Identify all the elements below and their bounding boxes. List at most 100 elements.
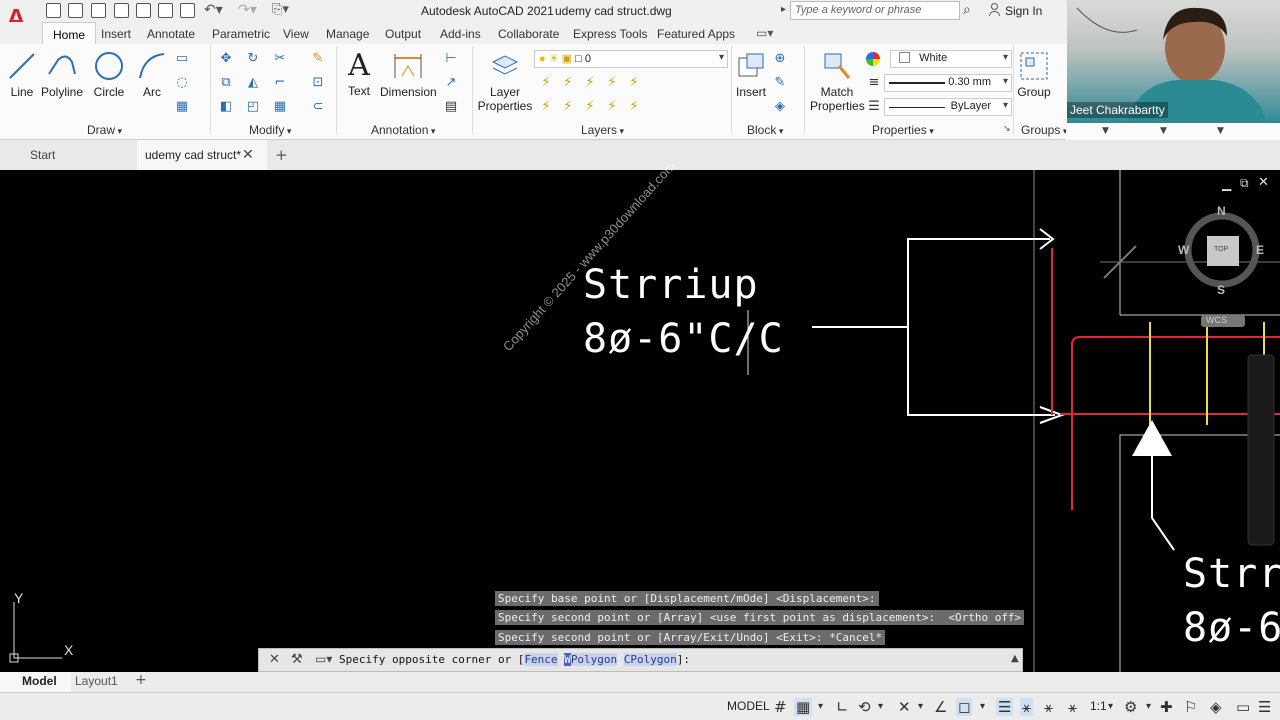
model-space-button[interactable]: MODEL [727,699,770,713]
tab-add-ins[interactable]: Add-ins [440,27,481,41]
layer-tool-icon[interactable]: ⚡ [538,76,554,90]
create-block-icon[interactable]: ⊕ [772,52,788,66]
close-viewport-icon[interactable]: ✕ [1258,175,1269,190]
insert-button[interactable]: Insert [734,50,768,99]
open-web-icon[interactable] [136,3,151,18]
table-icon[interactable]: ▤ [443,100,459,114]
trim-icon[interactable]: ✂ [272,52,288,66]
plot-icon[interactable] [180,3,195,18]
option-fence[interactable]: Fence [524,653,558,666]
arc-button[interactable]: Arc [136,50,168,99]
dialog-launcher-icon[interactable]: ↘ [1003,124,1011,134]
attribute-icon[interactable]: ◈ [772,100,788,114]
isodraft-dropdown-icon[interactable]: ▾ [918,701,923,712]
erase-icon[interactable]: ✎ [310,52,326,66]
navigation-bar[interactable] [1247,354,1275,546]
layer-properties-button[interactable]: Layer Properties [477,50,533,113]
viewcube-east[interactable]: E [1256,243,1264,257]
isolate-objects-icon[interactable]: ◈ [1210,698,1222,716]
model-tab[interactable]: Model [0,672,71,692]
layer-tool-icon[interactable]: ⚡ [560,76,576,90]
linear-dim-icon[interactable]: ⊢ [443,52,459,66]
osnap-dropdown-icon[interactable]: ▾ [980,701,985,712]
layer-tool-icon[interactable]: ⚡ [582,100,598,114]
lineweight-dropdown[interactable]: 0.30 mm [884,74,1012,92]
snap-dropdown-icon[interactable]: ▾ [818,701,823,712]
search-input[interactable]: Type a keyword or phrase [790,1,960,20]
annotation-icon[interactable]: ⚹ [1068,698,1077,716]
tab-output[interactable]: Output [385,27,421,41]
dropdown-arrow-icon[interactable]: ▼ [1217,126,1224,136]
save-icon[interactable] [91,3,106,18]
circle-button[interactable]: Circle [90,50,128,99]
layer-tool-icon[interactable]: ⚡ [604,100,620,114]
viewcube-south[interactable]: S [1217,283,1225,297]
layer-tool-icon[interactable]: ⚡ [626,76,642,90]
rotate-icon[interactable]: ↻ [245,52,261,66]
tab-collaborate[interactable]: Collaborate [498,27,559,41]
option-wpolygon[interactable]: WPolygon [564,653,618,666]
wcs-label[interactable]: WCS [1206,315,1227,325]
expand-arrow-icon[interactable]: ▸ [781,4,786,15]
group-button[interactable]: Group [1016,50,1052,99]
color-wheel-icon[interactable] [866,52,880,66]
dropdown-arrow-icon[interactable]: ▼ [1102,126,1109,136]
tab-featured-apps[interactable]: Featured Apps [657,27,735,41]
share-icon[interactable]: ⎘▾ [272,2,289,17]
region-icon[interactable]: ▦ [174,100,190,114]
new-file-icon[interactable] [46,3,61,18]
lineweight-toggle-icon[interactable]: ☰ [996,698,1014,716]
layer-tool-icon[interactable]: ⚡ [626,100,642,114]
customize-wrench-icon[interactable]: ⚒ [291,652,303,667]
sign-in-link[interactable]: Sign In [1005,4,1042,18]
command-line[interactable]: ✕ ⚒ ▭▾ Specify opposite corner or [Fence… [258,648,1023,672]
text-button[interactable]: A Text [344,48,374,98]
tab-home[interactable]: Home [42,22,97,44]
ortho-icon[interactable]: ∟ [836,698,849,716]
groups-panel-label[interactable]: Groups [1021,123,1067,137]
add-layout-button[interactable]: + [135,672,147,688]
new-tab-icon[interactable]: + [275,146,288,164]
option-cpolygon[interactable]: CPolygon [623,653,677,666]
offset-icon[interactable]: ⊂ [310,100,326,114]
start-tab[interactable]: Start [0,140,135,170]
dimension-button[interactable]: Dimension [380,50,437,99]
modify-panel-label[interactable]: Modify [249,123,291,137]
tab-manage[interactable]: Manage [326,27,369,41]
scale-dropdown-icon[interactable]: ▾ [1108,701,1113,712]
viewcube-west[interactable]: W [1178,243,1189,257]
recent-commands-icon[interactable]: ▭▾ [315,652,332,666]
open-file-icon[interactable] [68,3,83,18]
undo-icon[interactable]: ↶▾ [204,2,223,18]
layer-tool-icon[interactable]: ⚡ [560,100,576,114]
dropdown-arrow-icon[interactable]: ▼ [1160,126,1167,136]
object-snap-tracking-icon[interactable]: ∠ [934,698,947,716]
edit-block-icon[interactable]: ✎ [772,76,788,90]
hatch-icon[interactable]: ◌ [174,76,190,90]
ribbon-options-icon[interactable]: ▭▾ [756,26,773,40]
viewcube-north[interactable]: N [1217,204,1226,218]
properties-panel-label[interactable]: Properties [872,123,934,137]
leader-icon[interactable]: ↗ [443,76,459,90]
minimize-viewport-icon[interactable]: ▁ [1222,177,1231,191]
fillet-icon[interactable]: ⌐ [272,76,288,90]
polyline-button[interactable]: Polyline [40,50,84,99]
explode-icon[interactable]: ⊡ [310,76,326,90]
workspace-dropdown-icon[interactable]: ▾ [1146,701,1151,712]
layers-panel-label[interactable]: Layers [581,123,624,137]
grid-icon[interactable]: # [774,698,787,716]
block-panel-label[interactable]: Block [747,123,783,137]
layer-tool-icon[interactable]: ⚡ [538,100,554,114]
redo-icon[interactable]: ↷▾ [238,2,257,18]
layer-tool-icon[interactable]: ⚡ [582,76,598,90]
mirror-icon[interactable]: ◭ [245,76,261,90]
tab-view[interactable]: View [283,27,309,41]
history-toggle-icon[interactable]: ▲ [1011,653,1019,664]
linetype-dropdown[interactable]: ByLayer [884,98,1012,116]
match-properties-button[interactable]: Match Properties [810,50,865,113]
workspace-gear-icon[interactable]: ⚙ [1124,698,1137,716]
polar-dropdown-icon[interactable]: ▾ [878,701,883,712]
tab-annotate[interactable]: Annotate [147,27,195,41]
color-dropdown[interactable]: White [890,50,1012,68]
close-tab-icon[interactable]: ✕ [242,146,254,163]
